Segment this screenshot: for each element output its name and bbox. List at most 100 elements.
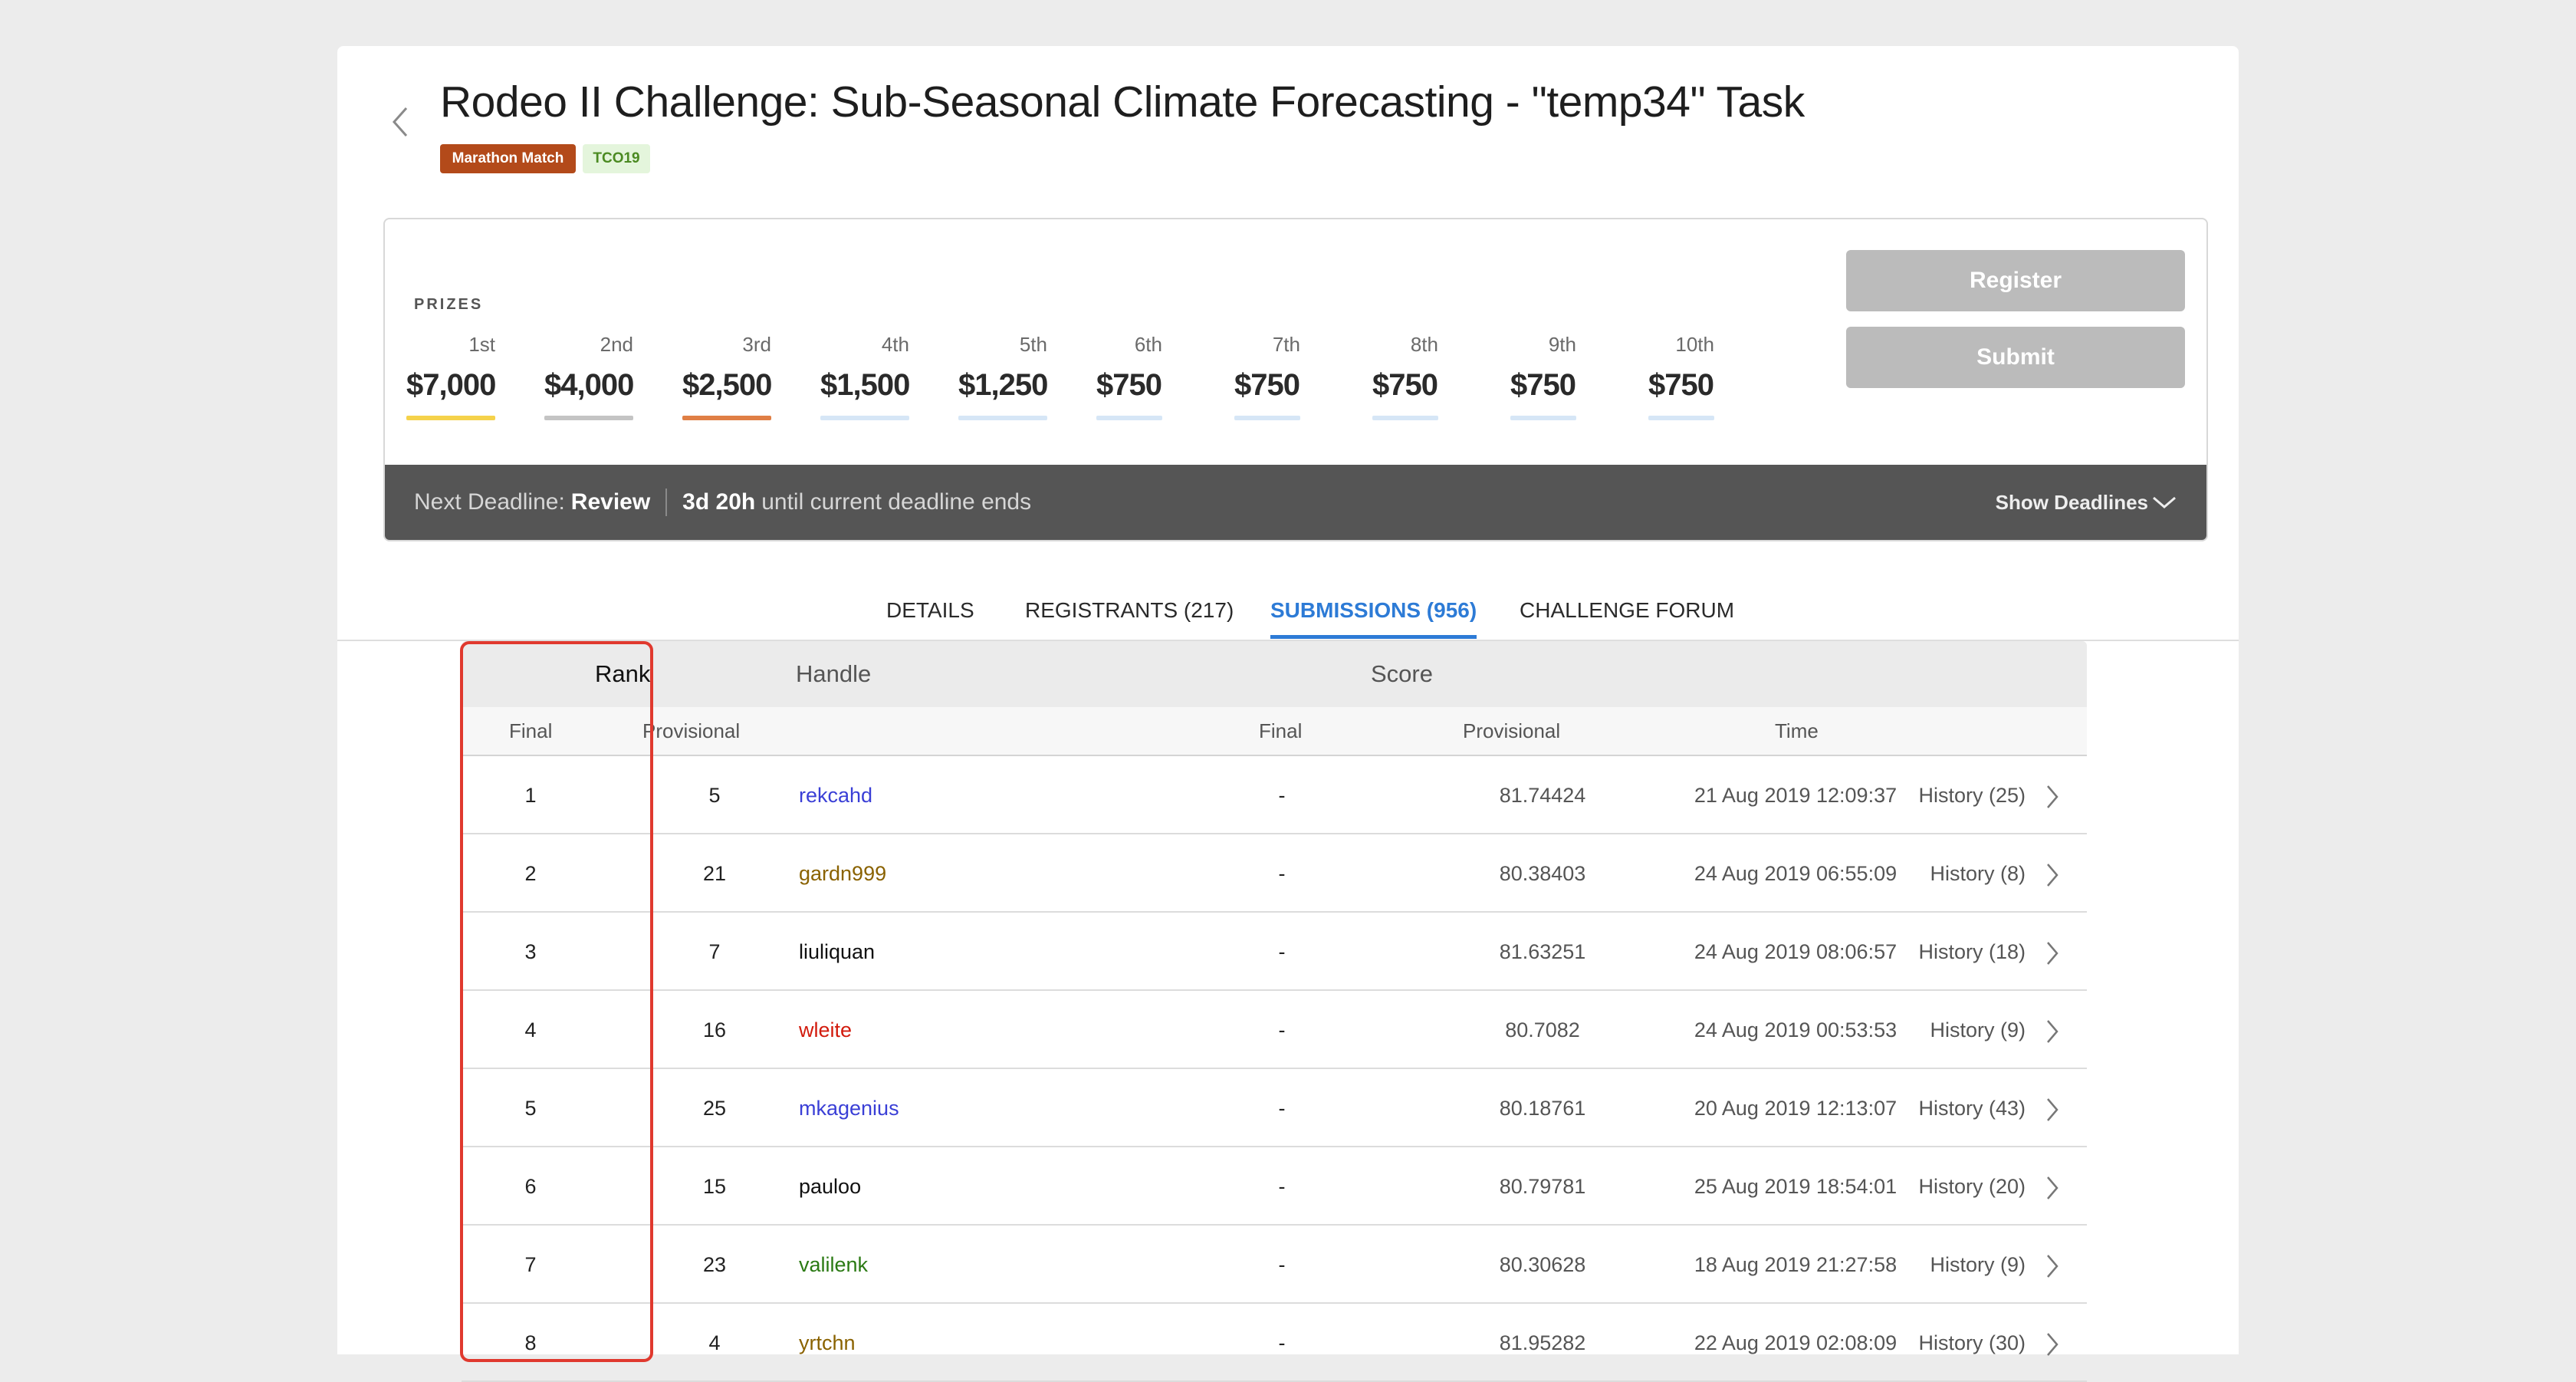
register-button[interactable]: Register xyxy=(1846,250,2185,311)
submission-time: 21 Aug 2019 12:09:37 xyxy=(1694,784,1898,807)
table-row[interactable]: 5 25 mkagenius - 80.18761 20 Aug 2019 12:13:0… xyxy=(462,1069,2087,1147)
provisional-score: 80.7082 xyxy=(1505,1018,1580,1041)
prize-place: 8th xyxy=(1410,333,1438,356)
final-rank: 1 xyxy=(524,784,537,807)
member-handle-link[interactable]: wleite xyxy=(799,991,852,1069)
table-group-header: Rank Handle Score xyxy=(462,641,2087,707)
provisional-score: 81.63251 xyxy=(1499,940,1586,963)
final-score: - xyxy=(1278,1253,1286,1276)
prize-place: 3rd xyxy=(742,333,771,356)
provisional-score: 80.18761 xyxy=(1499,1097,1586,1120)
show-deadlines-toggle[interactable]: Show Deadlines xyxy=(1996,465,2177,540)
submission-time: 18 Aug 2019 21:27:58 xyxy=(1694,1253,1898,1276)
tab-challenge-forum[interactable]: CHALLENGE FORUM xyxy=(1520,598,1734,635)
table-sub-header: Final Provisional Final Provisional Time xyxy=(462,707,2087,756)
prize-amount: $7,000 xyxy=(406,368,496,402)
final-rank: 8 xyxy=(524,1331,537,1354)
chevron-right-icon[interactable] xyxy=(2041,913,2064,991)
submission-time: 24 Aug 2019 08:06:57 xyxy=(1694,940,1898,963)
history-link[interactable]: History (8) xyxy=(1930,834,2026,913)
prize-bar xyxy=(1648,416,1714,420)
history-link[interactable]: History (9) xyxy=(1930,1226,2026,1304)
table-row[interactable]: 3 7 liuliquan - 81.63251 24 Aug 2019 08:06:57… xyxy=(462,913,2087,991)
prize-bar xyxy=(544,416,633,420)
table-row[interactable]: 7 23 valilenk - 80.30628 18 Aug 2019 21:27:58… xyxy=(462,1226,2087,1304)
prize-place: 6th xyxy=(1134,333,1162,356)
history-link[interactable]: History (43) xyxy=(1918,1069,2026,1147)
final-score: - xyxy=(1278,784,1286,807)
rank-header[interactable]: Rank xyxy=(595,641,650,707)
member-handle-link[interactable]: yrtchn xyxy=(799,1304,856,1382)
page-title: Rodeo II Challenge: Sub-Seasonal Climate… xyxy=(440,77,1805,127)
history-link[interactable]: History (30) xyxy=(1918,1304,2026,1382)
prize-bar xyxy=(958,416,1047,420)
track-tag[interactable]: Marathon Match xyxy=(440,144,576,173)
time-header[interactable]: Time xyxy=(1775,707,1819,755)
member-handle-link[interactable]: rekcahd xyxy=(799,756,872,834)
table-row[interactable]: 4 16 wleite - 80.7082 24 Aug 2019 00:53:53 His… xyxy=(462,991,2087,1069)
provisional-rank-header[interactable]: Provisional xyxy=(642,707,740,755)
table-row[interactable]: 1 5 rekcahd - 81.74424 21 Aug 2019 12:09:37 Hi… xyxy=(462,756,2087,834)
prize-bar xyxy=(820,416,909,420)
member-handle-link[interactable]: mkagenius xyxy=(799,1069,899,1147)
history-link[interactable]: History (20) xyxy=(1918,1147,2026,1226)
submission-time: 24 Aug 2019 00:53:53 xyxy=(1694,1018,1898,1041)
history-link[interactable]: History (18) xyxy=(1918,913,2026,991)
deadline-suffix: until current deadline ends xyxy=(761,489,1032,515)
tab-submissions[interactable]: SUBMISSIONS (956) xyxy=(1270,598,1477,639)
chevron-right-icon[interactable] xyxy=(2041,1304,2064,1382)
prize-amount: $750 xyxy=(1648,368,1714,402)
prize-place: 9th xyxy=(1548,333,1576,356)
final-score: - xyxy=(1278,1331,1286,1354)
prize-place: 1st xyxy=(468,333,495,356)
submission-time: 20 Aug 2019 12:13:07 xyxy=(1694,1097,1898,1120)
prize-place: 7th xyxy=(1272,333,1300,356)
deadline-remaining: 3d 20h xyxy=(682,489,756,515)
history-link[interactable]: History (25) xyxy=(1918,756,2026,834)
final-rank: 5 xyxy=(524,1097,537,1120)
prize-bar xyxy=(406,416,495,420)
deadline-phase: Review xyxy=(570,489,651,515)
table-row[interactable]: 2 21 gardn999 - 80.38403 24 Aug 2019 06:55:09… xyxy=(462,834,2087,913)
provisional-rank: 5 xyxy=(708,784,721,807)
final-score: - xyxy=(1278,862,1286,885)
prize-amount: $2,500 xyxy=(682,368,772,402)
chevron-right-icon[interactable] xyxy=(2041,1147,2064,1226)
submission-time: 25 Aug 2019 18:54:01 xyxy=(1694,1175,1898,1198)
chevron-right-icon[interactable] xyxy=(2041,1069,2064,1147)
score-header[interactable]: Score xyxy=(1371,641,1433,707)
tab-registrants[interactable]: REGISTRANTS (217) xyxy=(1025,598,1234,635)
member-handle-link[interactable]: valilenk xyxy=(799,1226,868,1304)
provisional-score: 80.38403 xyxy=(1499,862,1586,885)
prizes-label: PRIZES xyxy=(414,296,484,313)
chevron-right-icon[interactable] xyxy=(2041,834,2064,913)
chevron-right-icon[interactable] xyxy=(2041,991,2064,1069)
final-rank-header[interactable]: Final xyxy=(509,707,552,755)
member-handle-link[interactable]: liuliquan xyxy=(799,913,875,991)
table-row[interactable]: 6 15 pauloo - 80.79781 25 Aug 2019 18:54:01 Hi… xyxy=(462,1147,2087,1226)
chevron-right-icon[interactable] xyxy=(2041,756,2064,834)
deadline-prefix: Next Deadline: xyxy=(414,489,565,515)
provisional-score: 81.74424 xyxy=(1499,784,1586,807)
prize-amount: $4,000 xyxy=(544,368,634,402)
history-link[interactable]: History (9) xyxy=(1930,991,2026,1069)
prize-bar xyxy=(1234,416,1300,420)
chevron-down-icon xyxy=(2153,496,2176,508)
handle-header[interactable]: Handle xyxy=(796,641,871,707)
submit-button[interactable]: Submit xyxy=(1846,327,2185,388)
provisional-score: 80.30628 xyxy=(1499,1253,1586,1276)
member-handle-link[interactable]: gardn999 xyxy=(799,834,886,913)
event-tag[interactable]: TCO19 xyxy=(583,144,650,173)
final-rank: 6 xyxy=(524,1175,537,1198)
chevron-left-icon xyxy=(392,107,408,137)
provisional-rank: 16 xyxy=(702,1018,727,1041)
member-handle-link[interactable]: pauloo xyxy=(799,1147,861,1226)
chevron-right-icon[interactable] xyxy=(2041,1226,2064,1304)
tab-details[interactable]: DETAILS xyxy=(886,598,974,635)
final-score-header[interactable]: Final xyxy=(1259,707,1302,755)
prize-bar xyxy=(1372,416,1438,420)
table-row[interactable]: 8 4 yrtchn - 81.95282 22 Aug 2019 02:08:09 His… xyxy=(462,1304,2087,1382)
back-button[interactable] xyxy=(383,106,416,138)
provisional-score-header[interactable]: Provisional xyxy=(1463,707,1560,755)
final-score: - xyxy=(1278,940,1286,963)
